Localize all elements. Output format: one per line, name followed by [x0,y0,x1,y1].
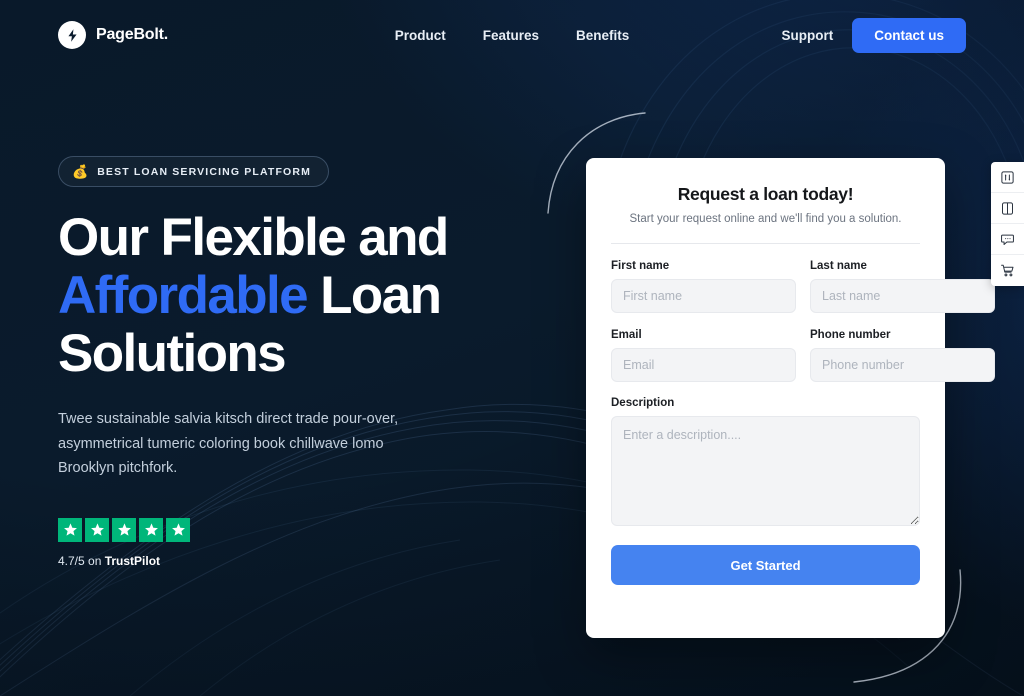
phone-number-label: Phone number [810,329,891,341]
headline-line-3: Solutions [58,324,287,383]
lightning-bolt-icon [58,21,86,49]
site-header: PageBolt. Product Features Benefits Supp… [0,0,1024,70]
header-actions: Support Contact us [781,17,966,53]
form-divider [611,243,920,244]
nav-item-features[interactable]: Features [483,28,539,43]
star-icon [85,517,109,542]
form-title: Request a loan today! [677,184,854,204]
phone-number-input[interactable] [810,348,995,382]
star-icon [58,517,82,542]
first-name-field: First name [611,260,796,313]
sliders-settings-icon[interactable] [991,162,1024,193]
headline-line-1: Our Flexible and [58,208,449,267]
star-icon [166,517,190,542]
page-root: PageBolt. Product Features Benefits Supp… [0,0,1024,696]
loan-request-card: Request a loan today! Start your request… [586,158,995,638]
support-link[interactable]: Support [781,28,833,43]
hero-paragraph: Twee sustainable salvia kitsch direct tr… [58,411,399,476]
last-name-input[interactable] [810,279,995,313]
email-field: Email [611,329,796,382]
chat-bubble-icon[interactable] [991,224,1024,255]
rating-label: 4.7/5 on TrustPilot [58,554,478,568]
form-subtitle: Start your request online and we'll find… [629,213,902,225]
star-icon [112,517,136,542]
email-label: Email [611,329,642,341]
page-title: Our Flexible and Affordable Loan Solutio… [58,209,478,383]
name-field-row: First name Last name [611,260,995,313]
star-rating [58,517,478,542]
brand-name: PageBolt. [96,26,168,43]
shopping-cart-icon[interactable] [991,255,1024,286]
description-field: Description [611,397,920,526]
side-toolbar [991,162,1024,286]
main-navigation: Product Features Benefits [395,28,630,43]
first-name-input[interactable] [611,279,796,313]
platform-badge: 💰 BEST LOAN SERVICING PLATFORM [58,156,330,187]
headline-accent-word: Affordable [58,266,309,325]
contact-us-button[interactable]: Contact us [852,17,966,53]
nav-item-benefits[interactable]: Benefits [576,28,629,43]
contact-field-row: Email Phone number [611,329,995,382]
last-name-field: Last name [810,260,995,313]
trustpilot-rating: 4.7/5 on TrustPilot [58,517,478,568]
headline-line-2-rest: Loan [307,266,442,325]
get-started-button[interactable]: Get Started [611,545,920,585]
rating-score: 4.7/5 on [58,553,105,568]
hero-content: 💰 BEST LOAN SERVICING PLATFORM Our Flexi… [58,156,478,568]
money-bag-icon: 💰 [72,164,89,179]
platform-badge-label: BEST LOAN SERVICING PLATFORM [97,165,312,178]
brand-logo[interactable]: PageBolt. [58,21,168,49]
phone-number-field: Phone number [810,329,995,382]
star-icon [139,517,163,542]
nav-item-product[interactable]: Product [395,28,446,43]
description-textarea[interactable] [611,416,920,526]
description-label: Description [611,397,675,409]
rating-provider: TrustPilot [104,553,161,568]
email-input[interactable] [611,348,796,382]
first-name-label: First name [611,260,670,272]
last-name-label: Last name [810,260,867,272]
book-layout-icon[interactable] [991,193,1024,224]
